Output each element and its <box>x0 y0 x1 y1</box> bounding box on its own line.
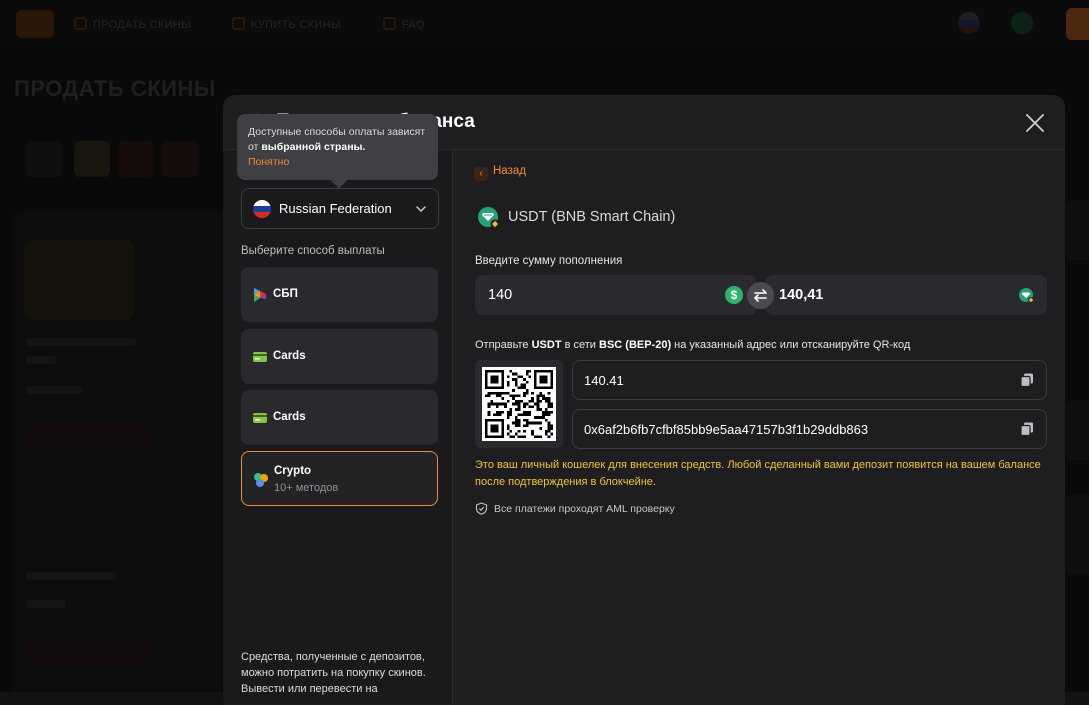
swap-icon[interactable] <box>747 282 774 309</box>
aml-note: Все платежи проходят AML проверку <box>475 502 675 515</box>
amount-label: Введите сумму пополнения <box>475 255 623 267</box>
wallet-address: 0x6af2b6fb7cfbf85bb9e5aa47157b3f1b29ddb8… <box>584 422 869 437</box>
usdt-icon <box>478 207 500 229</box>
close-icon[interactable] <box>1023 111 1047 135</box>
qr-code <box>475 360 563 448</box>
send-instructions: Отправьте USDT в сети BSC (BEP-20) на ук… <box>475 339 911 351</box>
method-sbp[interactable]: СБП <box>241 267 438 322</box>
method-label: Cards <box>273 350 306 362</box>
crypto-icon <box>254 473 268 487</box>
amount-output: 140,41 <box>765 275 1047 315</box>
address-copy-field: 0x6af2b6fb7cfbf85bb9e5aa47157b3f1b29ddb8… <box>572 409 1047 449</box>
sbp-icon <box>254 288 266 302</box>
method-crypto[interactable]: Crypto 10+ методов <box>241 451 438 506</box>
amount-input-wrap: $ <box>475 275 757 315</box>
card-icon <box>253 413 267 423</box>
methods-label: Выберите способ выплаты <box>241 245 385 257</box>
tooltip-ok-link[interactable]: Понятно <box>248 156 289 168</box>
copy-icon[interactable] <box>1019 372 1035 388</box>
country-select-value: Russian Federation <box>279 201 392 216</box>
country-tooltip: Доступные способы оплаты зависят от выбр… <box>237 114 438 180</box>
chevron-down-icon <box>416 206 426 213</box>
method-label: Crypto <box>274 465 312 477</box>
amount-copy-field: 140.41 <box>572 360 1047 400</box>
method-label: СБП <box>273 288 298 300</box>
shield-icon <box>475 502 488 515</box>
wallet-warning: Это ваш личный кошелек для внесения сред… <box>475 459 1041 488</box>
method-cards-alt[interactable]: Cards <box>241 390 438 445</box>
card-icon <box>253 352 267 362</box>
method-sublabel: 10+ методов <box>274 482 339 494</box>
usdt-token-icon <box>1019 288 1034 303</box>
method-label: Cards <box>273 411 306 423</box>
russia-flag-icon <box>253 200 271 218</box>
chevron-left-icon: ‹ <box>474 167 488 181</box>
back-button[interactable]: ‹ Назад <box>474 165 526 181</box>
amount-input[interactable] <box>475 275 715 315</box>
qr-code-icon <box>485 370 553 438</box>
dollar-icon: $ <box>725 286 743 304</box>
method-cards[interactable]: Cards <box>241 329 438 384</box>
coin-name: USDT (BNB Smart Chain) <box>508 209 676 225</box>
country-select[interactable]: Russian Federation <box>241 188 439 229</box>
copy-icon[interactable] <box>1019 421 1035 437</box>
amount-to-send: 140.41 <box>584 373 624 388</box>
deposit-funds-note: Средства, полученные с депозитов, можно … <box>241 651 426 695</box>
amount-output-value: 140,41 <box>779 287 824 303</box>
